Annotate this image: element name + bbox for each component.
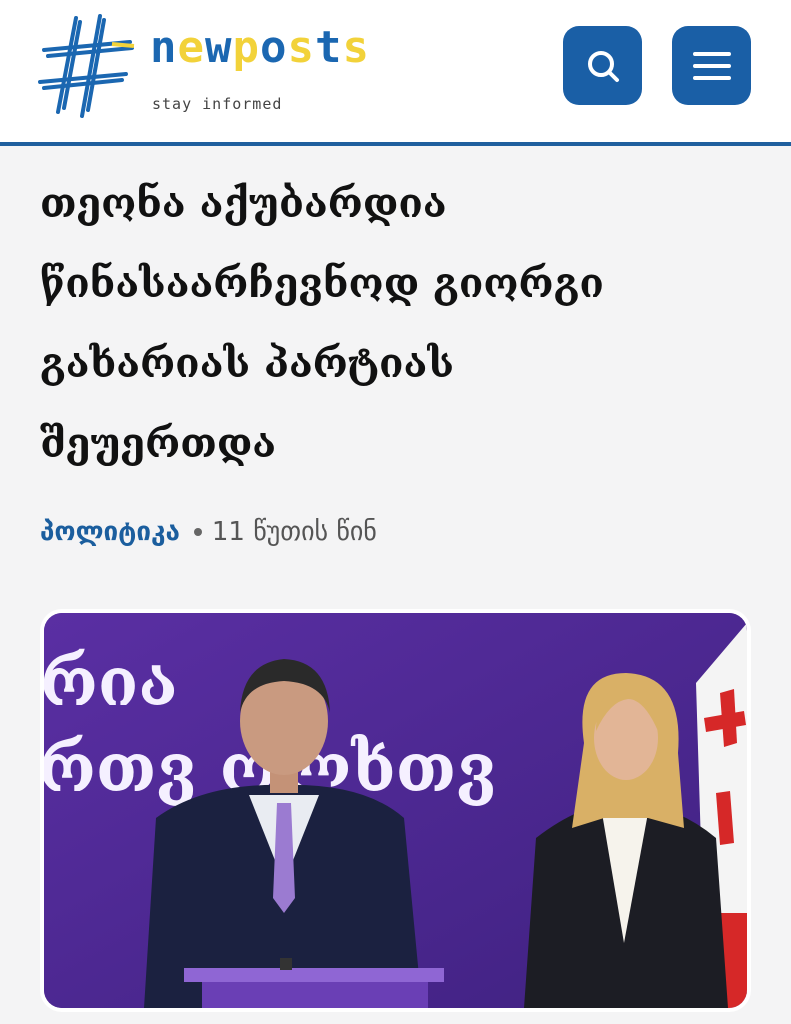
search-button[interactable]	[563, 26, 642, 105]
brand-tagline: stay informed	[152, 95, 283, 113]
article-image-card[interactable]: რია რთვ ოლხთვ	[40, 609, 751, 1012]
hamburger-menu-icon	[692, 51, 731, 80]
press-conference-illustration: რია რთვ ოლხთვ	[44, 613, 747, 1008]
search-icon	[587, 50, 619, 82]
article-photo: რია რთვ ოლხთვ	[44, 613, 747, 1008]
hashtag-logo-icon	[38, 14, 135, 118]
article-title-line: თეონა აქუბარდია	[40, 180, 447, 227]
menu-button[interactable]	[672, 26, 751, 105]
article-title-line: გახარიას პარტიას	[40, 340, 454, 387]
article-title: თეონა აქუბარდია წინასაარჩევნოდ გიორგი გა…	[40, 164, 760, 484]
brand-name: newposts	[150, 22, 370, 73]
backdrop-text: რია	[44, 643, 178, 721]
site-logo[interactable]: newposts stay informed	[38, 12, 438, 122]
article-title-line: შეუერთდა	[40, 420, 277, 467]
article-title-line: წინასაარჩევნოდ გიორგი	[40, 260, 604, 307]
site-header: newposts stay informed	[0, 0, 791, 146]
category-link[interactable]: პოლიტიკა	[40, 517, 180, 547]
meta-separator-dot	[193, 528, 202, 536]
brand-name-text: newposts	[150, 22, 370, 73]
published-time: 11 წუთის წინ	[211, 517, 377, 547]
article-meta: პოლიტიკა 11 წუთის წინ	[40, 512, 377, 552]
